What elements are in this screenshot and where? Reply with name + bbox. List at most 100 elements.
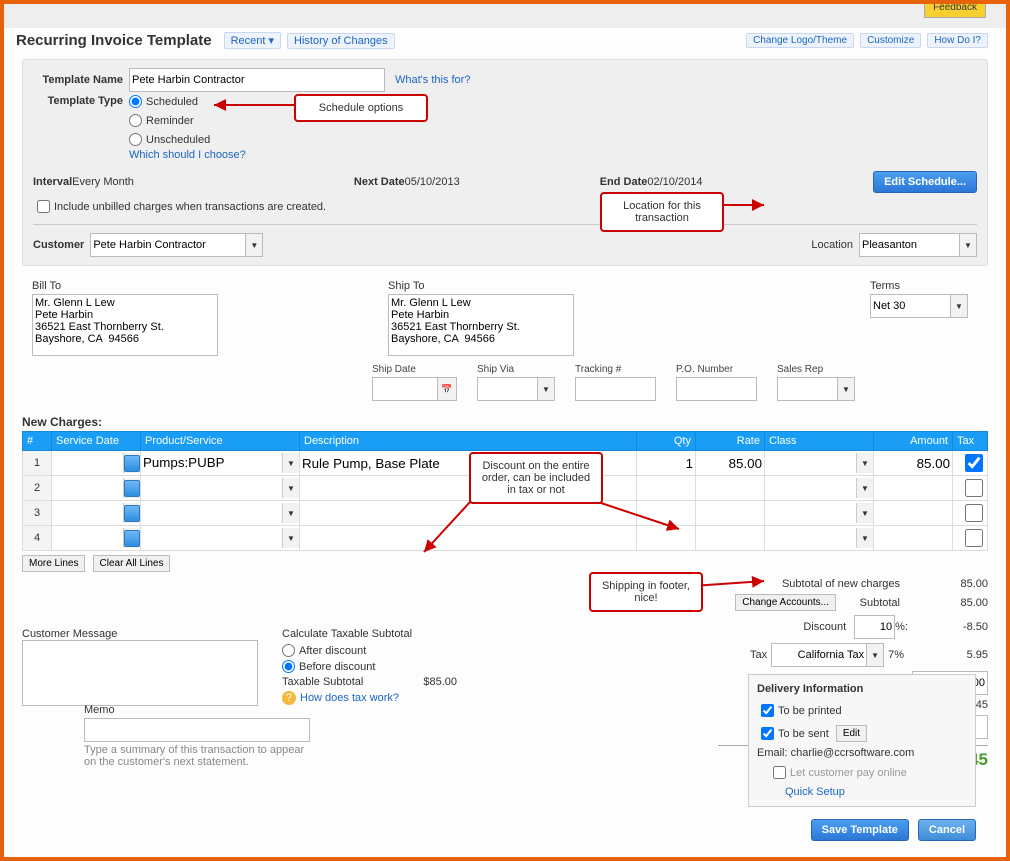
recent-dropdown[interactable]: Recent ▾ — [224, 32, 281, 49]
memo-input[interactable] — [84, 718, 310, 742]
change-logo-button[interactable]: Change Logo/Theme — [746, 33, 854, 48]
subtotal-new-value: 85.00 — [908, 578, 988, 590]
shipto-textarea[interactable]: Mr. Glenn L Lew Pete Harbin 36521 East T… — [388, 294, 574, 356]
customize-button[interactable]: Customize — [860, 33, 921, 48]
tax-checkbox[interactable] — [957, 479, 991, 497]
rate-input[interactable] — [696, 454, 764, 472]
tax-checkbox[interactable] — [957, 504, 991, 522]
edit-schedule-button[interactable]: Edit Schedule... — [873, 171, 977, 193]
location-dropdown-arrow[interactable]: ▼ — [959, 233, 977, 257]
tracking-label: Tracking # — [575, 364, 656, 375]
amount-input[interactable] — [874, 454, 952, 472]
more-lines-button[interactable]: More Lines — [22, 555, 85, 572]
quick-setup-link[interactable]: Quick Setup — [785, 786, 845, 798]
class-input[interactable] — [765, 453, 856, 471]
class-input[interactable] — [765, 528, 856, 546]
customer-dropdown-arrow[interactable]: ▼ — [245, 233, 263, 257]
rate-input[interactable] — [696, 504, 764, 522]
class-dropdown-arrow[interactable]: ▼ — [856, 453, 873, 473]
include-unbilled-checkbox[interactable] — [37, 200, 50, 213]
cal-icon[interactable] — [123, 503, 140, 523]
cal-icon[interactable] — [123, 478, 140, 498]
how-do-i-button[interactable]: How Do I? — [927, 33, 988, 48]
type-scheduled-radio[interactable] — [129, 95, 142, 108]
col-class[interactable]: Class — [765, 432, 874, 451]
amount-input[interactable] — [874, 529, 952, 547]
customer-msg-textarea[interactable] — [22, 640, 258, 706]
cal-icon[interactable] — [123, 453, 140, 473]
po-input[interactable] — [676, 377, 757, 401]
svc-date-input[interactable] — [52, 453, 123, 471]
svc-date-input[interactable] — [52, 503, 123, 521]
col-amount[interactable]: Amount — [874, 432, 953, 451]
class-dropdown-arrow[interactable]: ▼ — [856, 503, 873, 523]
col-qty[interactable]: Qty — [637, 432, 696, 451]
svc-date-input[interactable] — [52, 528, 123, 546]
col-desc[interactable]: Description — [300, 432, 637, 451]
change-accounts-button[interactable]: Change Accounts... — [735, 594, 836, 611]
shipdate-input[interactable] — [372, 377, 437, 401]
class-input[interactable] — [765, 503, 856, 521]
type-reminder-radio[interactable] — [129, 114, 142, 127]
cancel-button[interactable]: Cancel — [918, 819, 976, 841]
salesrep-dropdown-arrow[interactable]: ▼ — [837, 377, 855, 401]
whats-this-link[interactable]: What's this for? — [395, 74, 470, 86]
tracking-input[interactable] — [575, 377, 656, 401]
col-prod[interactable]: Product/Service — [141, 432, 300, 451]
shipdate-cal-icon[interactable]: 📅 — [437, 377, 457, 401]
to-be-sent-checkbox[interactable] — [761, 727, 774, 740]
pay-online-checkbox[interactable] — [773, 766, 786, 779]
tax-checkbox[interactable] — [957, 454, 991, 472]
svc-date-input[interactable] — [52, 478, 123, 496]
template-name-input[interactable] — [129, 68, 385, 92]
terms-input[interactable] — [870, 294, 950, 318]
tax-dropdown-arrow[interactable]: ▼ — [866, 643, 884, 667]
product-input[interactable] — [141, 528, 282, 546]
product-input[interactable] — [141, 478, 282, 496]
salesrep-input[interactable] — [777, 377, 837, 401]
col-svc[interactable]: Service Date — [52, 432, 141, 451]
product-dropdown-arrow[interactable]: ▼ — [282, 528, 299, 548]
history-link[interactable]: History of Changes — [287, 33, 395, 49]
save-template-button[interactable]: Save Template — [811, 819, 909, 841]
product-dropdown-arrow[interactable]: ▼ — [282, 478, 299, 498]
class-dropdown-arrow[interactable]: ▼ — [856, 478, 873, 498]
shipvia-dropdown-arrow[interactable]: ▼ — [537, 377, 555, 401]
interval-label: Interval — [33, 176, 72, 188]
before-discount-radio[interactable] — [282, 660, 295, 673]
rate-input[interactable] — [696, 479, 764, 497]
shipvia-input[interactable] — [477, 377, 537, 401]
table-row: 4▼▼ — [23, 526, 988, 551]
tax-name-input[interactable] — [771, 643, 866, 667]
qty-input[interactable] — [637, 454, 695, 472]
amount-input[interactable] — [874, 479, 952, 497]
to-be-printed-checkbox[interactable] — [761, 704, 774, 717]
product-dropdown-arrow[interactable]: ▼ — [282, 503, 299, 523]
clear-lines-button[interactable]: Clear All Lines — [93, 555, 171, 572]
product-dropdown-arrow[interactable]: ▼ — [282, 453, 299, 473]
taxable-title: Calculate Taxable Subtotal — [282, 628, 502, 640]
memo-help: Type a summary of this transaction to ap… — [84, 744, 314, 768]
class-dropdown-arrow[interactable]: ▼ — [856, 528, 873, 548]
location-input[interactable] — [859, 233, 959, 257]
discount-pct-input[interactable] — [854, 615, 895, 639]
how-tax-link[interactable]: How does tax work? — [300, 692, 399, 704]
feedback-button[interactable]: Feedback — [924, 0, 986, 18]
customer-input[interactable] — [90, 233, 245, 257]
tax-checkbox[interactable] — [957, 529, 991, 547]
product-input[interactable] — [141, 503, 282, 521]
amount-input[interactable] — [874, 504, 952, 522]
rate-input[interactable] — [696, 529, 764, 547]
callout-discount: Discount on the entire order, can be inc… — [469, 452, 603, 504]
col-rate[interactable]: Rate — [696, 432, 765, 451]
type-unscheduled-radio[interactable] — [129, 133, 142, 146]
cal-icon[interactable] — [123, 528, 140, 548]
class-input[interactable] — [765, 478, 856, 496]
col-tax[interactable]: Tax — [953, 432, 988, 451]
billto-textarea[interactable]: Mr. Glenn L Lew Pete Harbin 36521 East T… — [32, 294, 218, 356]
product-input[interactable] — [141, 453, 282, 471]
after-discount-radio[interactable] — [282, 644, 295, 657]
delivery-edit-button[interactable]: Edit — [836, 725, 867, 742]
terms-dropdown-arrow[interactable]: ▼ — [950, 294, 968, 318]
which-choose-link[interactable]: Which should I choose? — [129, 149, 246, 161]
